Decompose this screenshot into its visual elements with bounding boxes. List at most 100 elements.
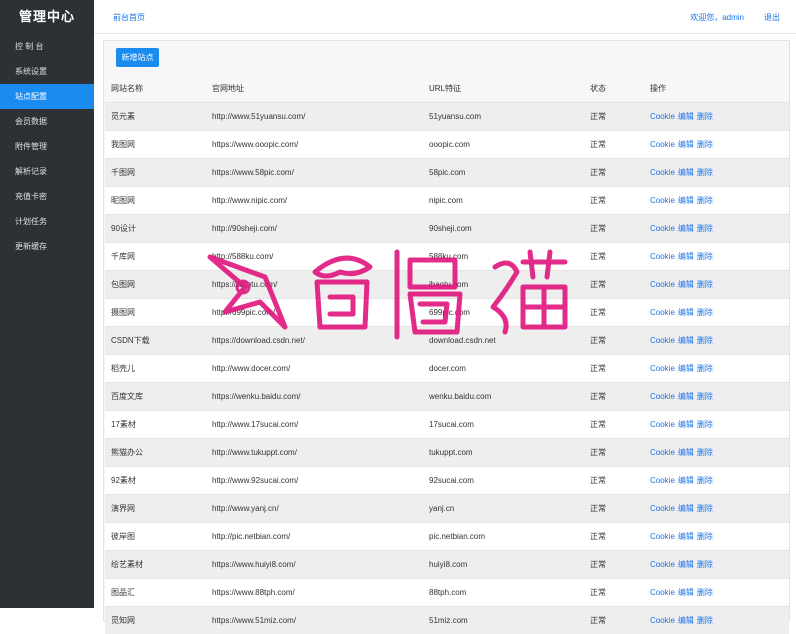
delete-link[interactable]: 删除	[697, 280, 713, 289]
welcome-user-link[interactable]: 欢迎您，admin	[690, 12, 744, 23]
edit-link[interactable]: 编辑	[678, 112, 694, 121]
edit-link[interactable]: 编辑	[678, 392, 694, 401]
cookie-link[interactable]: Cookie	[650, 112, 675, 121]
table-row: 演界网http://www.yanj.cn/yanj.cn正常Cookie编辑删…	[105, 495, 789, 523]
delete-link[interactable]: 删除	[697, 252, 713, 261]
sidebar-item-8[interactable]: 更新缓存	[0, 234, 94, 259]
site-name-cell: CSDN下载	[105, 327, 206, 355]
edit-link[interactable]: 编辑	[678, 168, 694, 177]
delete-link[interactable]: 删除	[697, 168, 713, 177]
site-name-cell: 92素材	[105, 467, 206, 495]
cookie-link[interactable]: Cookie	[650, 476, 675, 485]
delete-link[interactable]: 删除	[697, 588, 713, 597]
edit-link[interactable]: 编辑	[678, 504, 694, 513]
delete-link[interactable]: 删除	[697, 448, 713, 457]
sidebar-item-1[interactable]: 系统设置	[0, 59, 94, 84]
cookie-link[interactable]: Cookie	[650, 224, 675, 233]
cookie-link[interactable]: Cookie	[650, 196, 675, 205]
actions-cell: Cookie编辑删除	[644, 299, 789, 327]
table-row: 17素材http://www.17sucai.com/17sucai.com正常…	[105, 411, 789, 439]
site-url-cell: http://www.92sucai.com/	[206, 467, 423, 495]
edit-link[interactable]: 编辑	[678, 280, 694, 289]
edit-link[interactable]: 编辑	[678, 532, 694, 541]
cookie-link[interactable]: Cookie	[650, 392, 675, 401]
url-feature-cell: 90sheji.com	[423, 215, 584, 243]
site-name-cell: 千图网	[105, 159, 206, 187]
delete-link[interactable]: 删除	[697, 224, 713, 233]
site-name-cell: 百度文库	[105, 383, 206, 411]
cookie-link[interactable]: Cookie	[650, 308, 675, 317]
cookie-link[interactable]: Cookie	[650, 532, 675, 541]
cookie-link[interactable]: Cookie	[650, 448, 675, 457]
actions-cell: Cookie编辑删除	[644, 159, 789, 187]
edit-link[interactable]: 编辑	[678, 140, 694, 149]
cookie-link[interactable]: Cookie	[650, 420, 675, 429]
actions-cell: Cookie编辑删除	[644, 607, 789, 634]
sidebar-item-6[interactable]: 充值卡密	[0, 184, 94, 209]
status-cell: 正常	[584, 187, 644, 215]
edit-link[interactable]: 编辑	[678, 196, 694, 205]
add-site-button[interactable]: 新增站点	[116, 48, 159, 67]
delete-link[interactable]: 删除	[697, 196, 713, 205]
delete-link[interactable]: 删除	[697, 532, 713, 541]
table-row: 百度文库https://wenku.baidu.com/wenku.baidu.…	[105, 383, 789, 411]
delete-link[interactable]: 删除	[697, 392, 713, 401]
sidebar-item-3[interactable]: 会员数据	[0, 109, 94, 134]
delete-link[interactable]: 删除	[697, 140, 713, 149]
edit-link[interactable]: 编辑	[678, 616, 694, 625]
cookie-link[interactable]: Cookie	[650, 252, 675, 261]
delete-link[interactable]: 删除	[697, 504, 713, 513]
delete-link[interactable]: 删除	[697, 476, 713, 485]
edit-link[interactable]: 编辑	[678, 588, 694, 597]
sidebar-item-5[interactable]: 解析记录	[0, 159, 94, 184]
delete-link[interactable]: 删除	[697, 616, 713, 625]
delete-link[interactable]: 删除	[697, 420, 713, 429]
delete-link[interactable]: 删除	[697, 336, 713, 345]
sidebar-item-2[interactable]: 站点配置	[0, 84, 94, 109]
site-url-cell: http://www.yanj.cn/	[206, 495, 423, 523]
frontend-home-link[interactable]: 前台首页	[113, 12, 145, 23]
sidebar-item-4[interactable]: 附件管理	[0, 134, 94, 159]
edit-link[interactable]: 编辑	[678, 448, 694, 457]
delete-link[interactable]: 删除	[697, 112, 713, 121]
status-cell: 正常	[584, 103, 644, 131]
logout-link[interactable]: 退出	[764, 12, 780, 23]
table-row: 昵图网http://www.nipic.com/nipic.com正常Cooki…	[105, 187, 789, 215]
actions-cell: Cookie编辑删除	[644, 467, 789, 495]
cookie-link[interactable]: Cookie	[650, 560, 675, 569]
cookie-link[interactable]: Cookie	[650, 140, 675, 149]
edit-link[interactable]: 编辑	[678, 252, 694, 261]
table-row: 稻壳儿http://www.docer.com/docer.com正常Cooki…	[105, 355, 789, 383]
site-url-cell: http://www.17sucai.com/	[206, 411, 423, 439]
cookie-link[interactable]: Cookie	[650, 168, 675, 177]
edit-link[interactable]: 编辑	[678, 336, 694, 345]
delete-link[interactable]: 删除	[697, 560, 713, 569]
delete-link[interactable]: 删除	[697, 308, 713, 317]
status-cell: 正常	[584, 411, 644, 439]
edit-link[interactable]: 编辑	[678, 308, 694, 317]
sidebar-item-0[interactable]: 控 制 台	[0, 34, 94, 59]
table-row: 绘艺素材https://www.huiyi8.com/huiyi8.com正常C…	[105, 551, 789, 579]
edit-link[interactable]: 编辑	[678, 476, 694, 485]
url-feature-cell: wenku.baidu.com	[423, 383, 584, 411]
status-cell: 正常	[584, 523, 644, 551]
cookie-link[interactable]: Cookie	[650, 336, 675, 345]
table-row: 千图网https://www.58pic.com/58pic.com正常Cook…	[105, 159, 789, 187]
edit-link[interactable]: 编辑	[678, 224, 694, 233]
sidebar-item-7[interactable]: 计划任务	[0, 209, 94, 234]
cookie-link[interactable]: Cookie	[650, 504, 675, 513]
delete-link[interactable]: 删除	[697, 364, 713, 373]
edit-link[interactable]: 编辑	[678, 420, 694, 429]
cookie-link[interactable]: Cookie	[650, 280, 675, 289]
edit-link[interactable]: 编辑	[678, 560, 694, 569]
cookie-link[interactable]: Cookie	[650, 588, 675, 597]
table-row: 摄图网http://699pic.com/699pic.com正常Cookie编…	[105, 299, 789, 327]
edit-link[interactable]: 编辑	[678, 364, 694, 373]
table-row: 熊猫办公http://www.tukuppt.com/tukuppt.com正常…	[105, 439, 789, 467]
url-feature-cell: 588ku.com	[423, 243, 584, 271]
site-name-cell: 稻壳儿	[105, 355, 206, 383]
cookie-link[interactable]: Cookie	[650, 616, 675, 625]
site-url-cell: http://www.docer.com/	[206, 355, 423, 383]
status-cell: 正常	[584, 215, 644, 243]
cookie-link[interactable]: Cookie	[650, 364, 675, 373]
